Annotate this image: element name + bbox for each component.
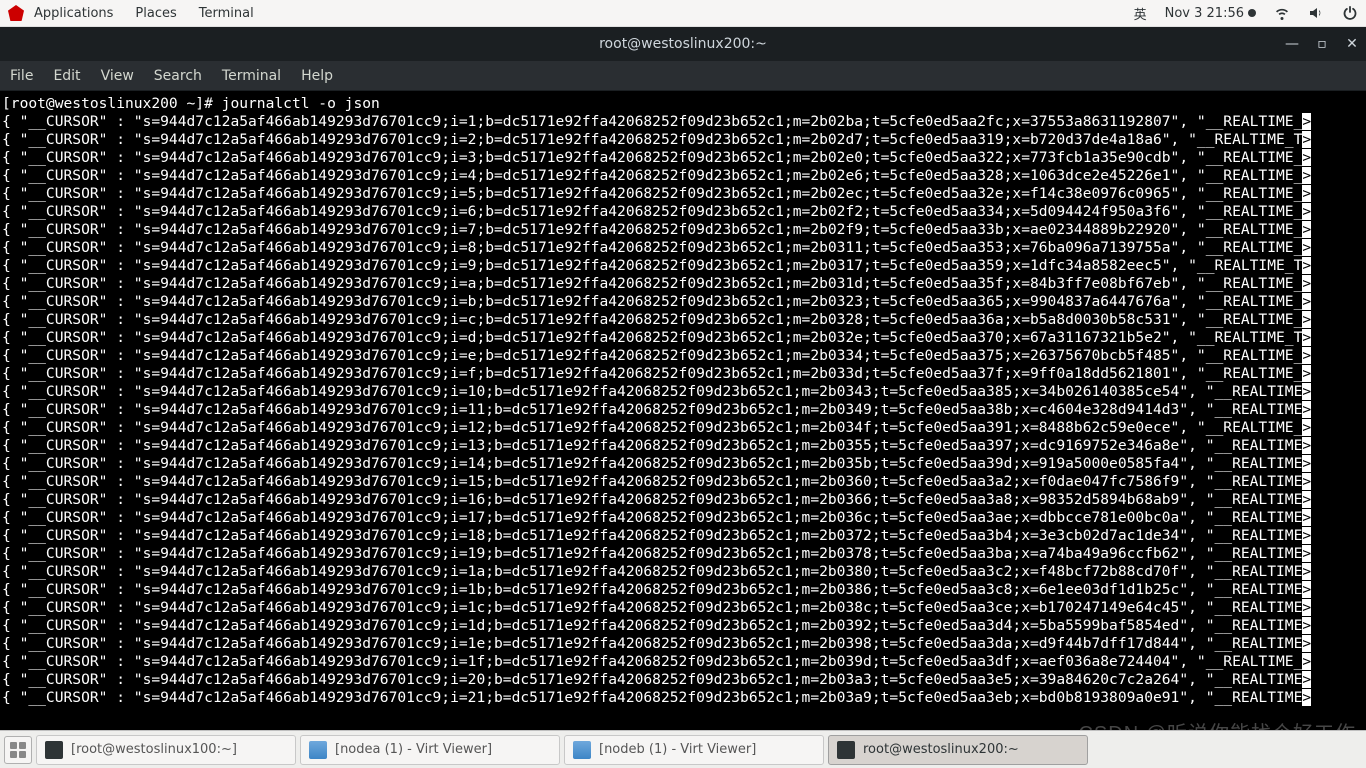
gnome-topbar: Applications Places Terminal 英 Nov 3 21:…	[0, 0, 1366, 27]
workspace-switcher-button[interactable]	[4, 736, 32, 764]
menu-help[interactable]: Help	[301, 68, 333, 84]
window-titlebar[interactable]: root@westoslinux200:~ — ▫ ✕	[0, 27, 1366, 61]
menu-edit[interactable]: Edit	[53, 68, 80, 84]
menu-terminal[interactable]: Terminal	[222, 68, 281, 84]
terminal-output[interactable]: [root@westoslinux200 ~]# journalctl -o j…	[0, 91, 1366, 730]
terminal-window: root@westoslinux200:~ — ▫ ✕ File Edit Vi…	[0, 27, 1366, 730]
topbar-menu-places[interactable]: Places	[135, 6, 176, 21]
taskbar-task-3[interactable]: root@westoslinux200:~	[828, 735, 1088, 765]
window-title: root@westoslinux200:~	[599, 36, 767, 52]
menu-file[interactable]: File	[10, 68, 33, 84]
menu-search[interactable]: Search	[154, 68, 202, 84]
taskbar-task-label: [nodea (1) - Virt Viewer]	[335, 742, 492, 757]
terminal-menubar: File Edit View Search Terminal Help	[0, 61, 1366, 91]
taskbar-task-1[interactable]: [nodea (1) - Virt Viewer]	[300, 735, 560, 765]
power-icon[interactable]	[1342, 5, 1358, 21]
taskbar-task-label: [root@westoslinux100:~]	[71, 742, 237, 757]
terminal-icon	[45, 741, 63, 759]
ime-indicator[interactable]: 英	[1134, 4, 1147, 23]
vm-icon	[309, 741, 327, 759]
menu-view[interactable]: View	[101, 68, 134, 84]
vm-icon	[573, 741, 591, 759]
taskbar: [root@westoslinux100:~] [nodea (1) - Virt…	[0, 730, 1366, 768]
taskbar-task-label: [nodeb (1) - Virt Viewer]	[599, 742, 756, 757]
distro-logo-icon	[8, 5, 24, 21]
taskbar-task-0[interactable]: [root@westoslinux100:~]	[36, 735, 296, 765]
topbar-menu-applications[interactable]: Applications	[34, 6, 113, 21]
wifi-icon[interactable]	[1274, 5, 1290, 21]
window-close-button[interactable]: ✕	[1344, 36, 1360, 52]
clock[interactable]: Nov 3 21:56	[1165, 6, 1256, 21]
volume-icon[interactable]	[1308, 5, 1324, 21]
system-tray: 英 Nov 3 21:56	[1134, 4, 1358, 23]
taskbar-task-label: root@westoslinux200:~	[863, 742, 1019, 757]
taskbar-task-2[interactable]: [nodeb (1) - Virt Viewer]	[564, 735, 824, 765]
workspace-grid-icon	[10, 742, 26, 758]
terminal-icon	[837, 741, 855, 759]
topbar-menu-terminal[interactable]: Terminal	[199, 6, 254, 21]
window-minimize-button[interactable]: —	[1284, 36, 1300, 52]
window-maximize-button[interactable]: ▫	[1314, 36, 1330, 52]
